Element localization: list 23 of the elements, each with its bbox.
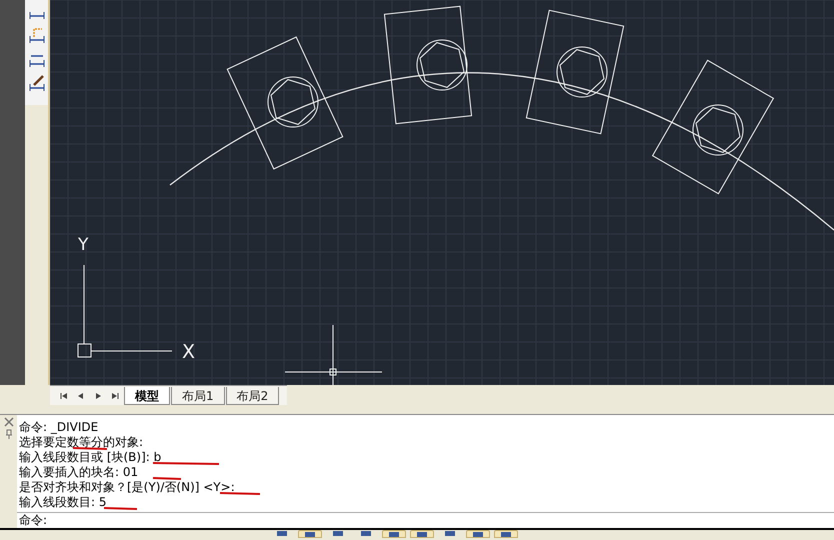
status-toggle-icon[interactable] xyxy=(494,530,518,538)
command-prompt[interactable]: 命令: xyxy=(17,513,48,528)
layout-tab[interactable]: 布局2 xyxy=(226,386,280,404)
x-axis-label: X xyxy=(182,341,196,363)
command-history-line: 选择要定数等分的对象: xyxy=(18,435,144,450)
command-history-line: 输入线段数目或 [块(B)]: b xyxy=(18,450,162,465)
dimension-icon[interactable] xyxy=(28,26,46,44)
pin-icon[interactable] xyxy=(4,429,12,439)
dimension-icon[interactable] xyxy=(28,74,46,92)
ucs-icon xyxy=(78,264,172,358)
status-toggle-icon[interactable] xyxy=(298,530,322,538)
status-toggle-icon[interactable] xyxy=(382,530,406,538)
status-toggle-icon[interactable] xyxy=(410,530,434,538)
command-history-line: 输入要插入的块名: 01 xyxy=(18,465,138,480)
layout-tab[interactable]: 模型 xyxy=(124,386,170,404)
command-history-line: 命令: _DIVIDE xyxy=(18,420,98,435)
command-history-line: 是否对齐块和对象？[是(Y)/否(N)] <Y>: xyxy=(18,480,235,495)
close-icon[interactable] xyxy=(4,417,14,427)
layout-tab[interactable]: 布局1 xyxy=(171,386,225,404)
status-toggle-icon[interactable] xyxy=(466,530,490,538)
command-history-line: 输入线段数目: 5 xyxy=(18,495,106,510)
y-axis-label: Y xyxy=(78,235,88,255)
drawing-canvas[interactable]: Y X xyxy=(50,0,834,385)
